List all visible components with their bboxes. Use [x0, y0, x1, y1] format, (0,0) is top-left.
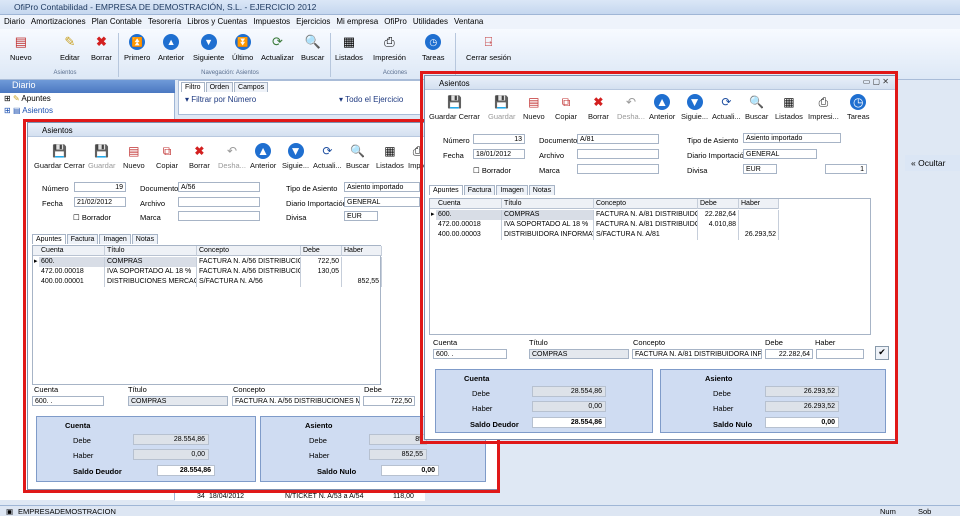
- nuevo-button[interactable]: ▤ Nuevo: [10, 34, 32, 62]
- menu-item[interactable]: Plan Contable: [88, 15, 144, 26]
- menu-item[interactable]: Ventana: [450, 15, 485, 26]
- new-doc-icon: ▤: [14, 34, 27, 49]
- sidebar-title: Diario: [0, 80, 175, 93]
- app-titlebar: OfiPro Contabilidad - EMPRESA DE DEMOSTR…: [0, 0, 960, 15]
- menu-item[interactable]: Diario: [0, 15, 27, 26]
- tab-orden[interactable]: Orden: [205, 82, 234, 92]
- exit-door-icon: ⍈: [484, 34, 493, 49]
- menu-item[interactable]: Mi empresa: [332, 15, 380, 26]
- list-icon: ▦: [342, 34, 356, 49]
- anterior-button[interactable]: ▲ Anterior: [158, 34, 184, 62]
- listados-button[interactable]: ▦ Listados: [335, 34, 363, 62]
- sidebar-item-apuntes[interactable]: ⊞ ✎ Apuntes: [4, 94, 51, 103]
- menu-item[interactable]: Libros y Cuentas: [183, 15, 249, 26]
- borrar-button[interactable]: ✖ Borrar: [91, 34, 112, 62]
- tab-filtro[interactable]: Filtro: [181, 82, 205, 92]
- primero-button[interactable]: ⏫ Primero: [124, 34, 150, 62]
- search-icon: 🔍: [304, 34, 321, 49]
- menu-item[interactable]: Impuestos: [249, 15, 292, 26]
- menu-bar: Diario Amortizaciones Plan Contable Tesorer…: [0, 15, 960, 29]
- menu-item[interactable]: OfiPro: [380, 15, 409, 26]
- menu-item[interactable]: Amortizaciones: [27, 15, 88, 26]
- filter-year[interactable]: ▾ Todo el Ejercicio: [339, 95, 403, 104]
- delete-icon: ✖: [95, 34, 107, 49]
- last-icon: ⏬: [234, 34, 251, 50]
- editar-button[interactable]: ✎ Editar: [60, 34, 80, 62]
- menu-item[interactable]: Utilidades: [409, 15, 450, 26]
- siguiente-button[interactable]: ▼ Siguiente: [193, 34, 224, 62]
- impresion-button[interactable]: ⎙ Impresión: [373, 34, 406, 62]
- computer-icon: ▣: [6, 507, 14, 516]
- ultimo-button[interactable]: ⏬ Último: [232, 34, 253, 62]
- previous-icon: ▲: [163, 34, 180, 50]
- tareas-button[interactable]: ◷ Tareas: [422, 34, 445, 62]
- status-bar: ▣ EMPRESADEMOSTRACION Num Sob: [0, 505, 960, 516]
- highlight-box: [420, 71, 898, 444]
- clock-icon: ◷: [425, 34, 442, 50]
- buscar-button[interactable]: 🔍 Buscar: [301, 34, 324, 62]
- actualizar-button[interactable]: ⟳ Actualizar: [261, 34, 294, 62]
- sidebar-item-asientos[interactable]: ⊞ ▤ Asientos: [4, 106, 53, 115]
- app-title: OfiPro Contabilidad - EMPRESA DE DEMOSTR…: [14, 2, 317, 12]
- journal-icon: ▤: [12, 106, 21, 115]
- tab-campos[interactable]: Campos: [234, 82, 269, 92]
- printer-icon: ⎙: [384, 34, 395, 49]
- pencil-icon: ✎: [12, 94, 20, 103]
- refresh-icon: ⟳: [272, 34, 283, 49]
- next-icon: ▼: [200, 34, 217, 50]
- filter-panel: Filtro Orden Campos ▾ Filtrar por Número ▾…: [178, 80, 423, 115]
- menu-item[interactable]: Tesorería: [144, 15, 183, 26]
- menu-item[interactable]: Ejercicios: [292, 15, 332, 26]
- filter-numero[interactable]: ▾ Filtrar por Número: [185, 95, 256, 104]
- ocultar-button[interactable]: « Ocultar: [905, 155, 960, 171]
- pencil-icon: ✎: [64, 34, 76, 49]
- cerrar-sesion-button[interactable]: ⍈ Cerrar sesión: [466, 34, 511, 62]
- first-icon: ⏫: [129, 34, 146, 50]
